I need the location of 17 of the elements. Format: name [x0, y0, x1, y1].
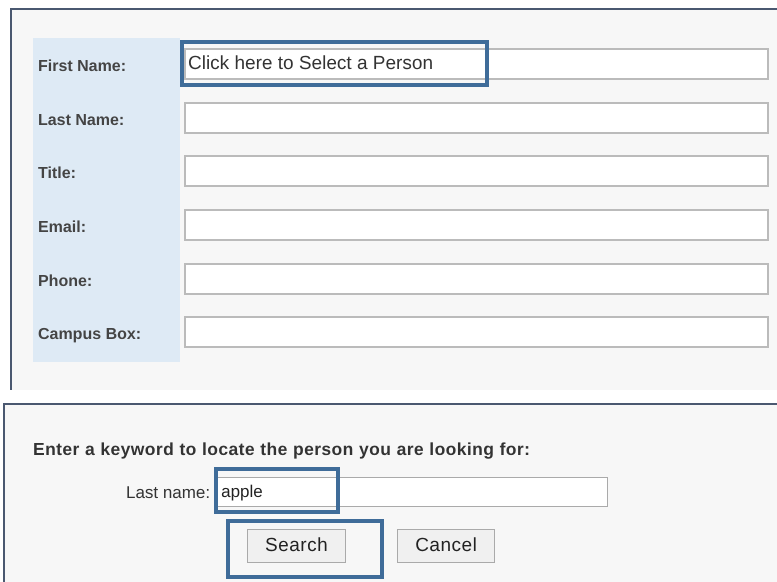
prompt-text: Enter a keyword to locate the person you are looking for: — [33, 438, 532, 461]
field-label: Phone: — [38, 272, 92, 292]
text-field[interactable]: Click here to Select a Person — [184, 48, 769, 80]
text-field[interactable] — [184, 316, 769, 348]
field-label: First Name: — [38, 56, 126, 77]
dialog-button[interactable]: Search — [247, 529, 346, 564]
text-field[interactable] — [184, 155, 769, 188]
dialog-button[interactable]: Cancel — [397, 529, 496, 564]
field-label: Last Name: — [38, 110, 124, 130]
field-label: Campus Box: — [38, 325, 142, 346]
field-label: Title: — [38, 164, 76, 184]
field-label: Email: — [38, 218, 86, 238]
text-field[interactable] — [184, 262, 769, 295]
text-field[interactable] — [184, 209, 769, 242]
last-name-field[interactable]: apple — [216, 477, 608, 508]
text-field[interactable] — [184, 102, 769, 134]
field-label: Last name: — [126, 482, 210, 504]
